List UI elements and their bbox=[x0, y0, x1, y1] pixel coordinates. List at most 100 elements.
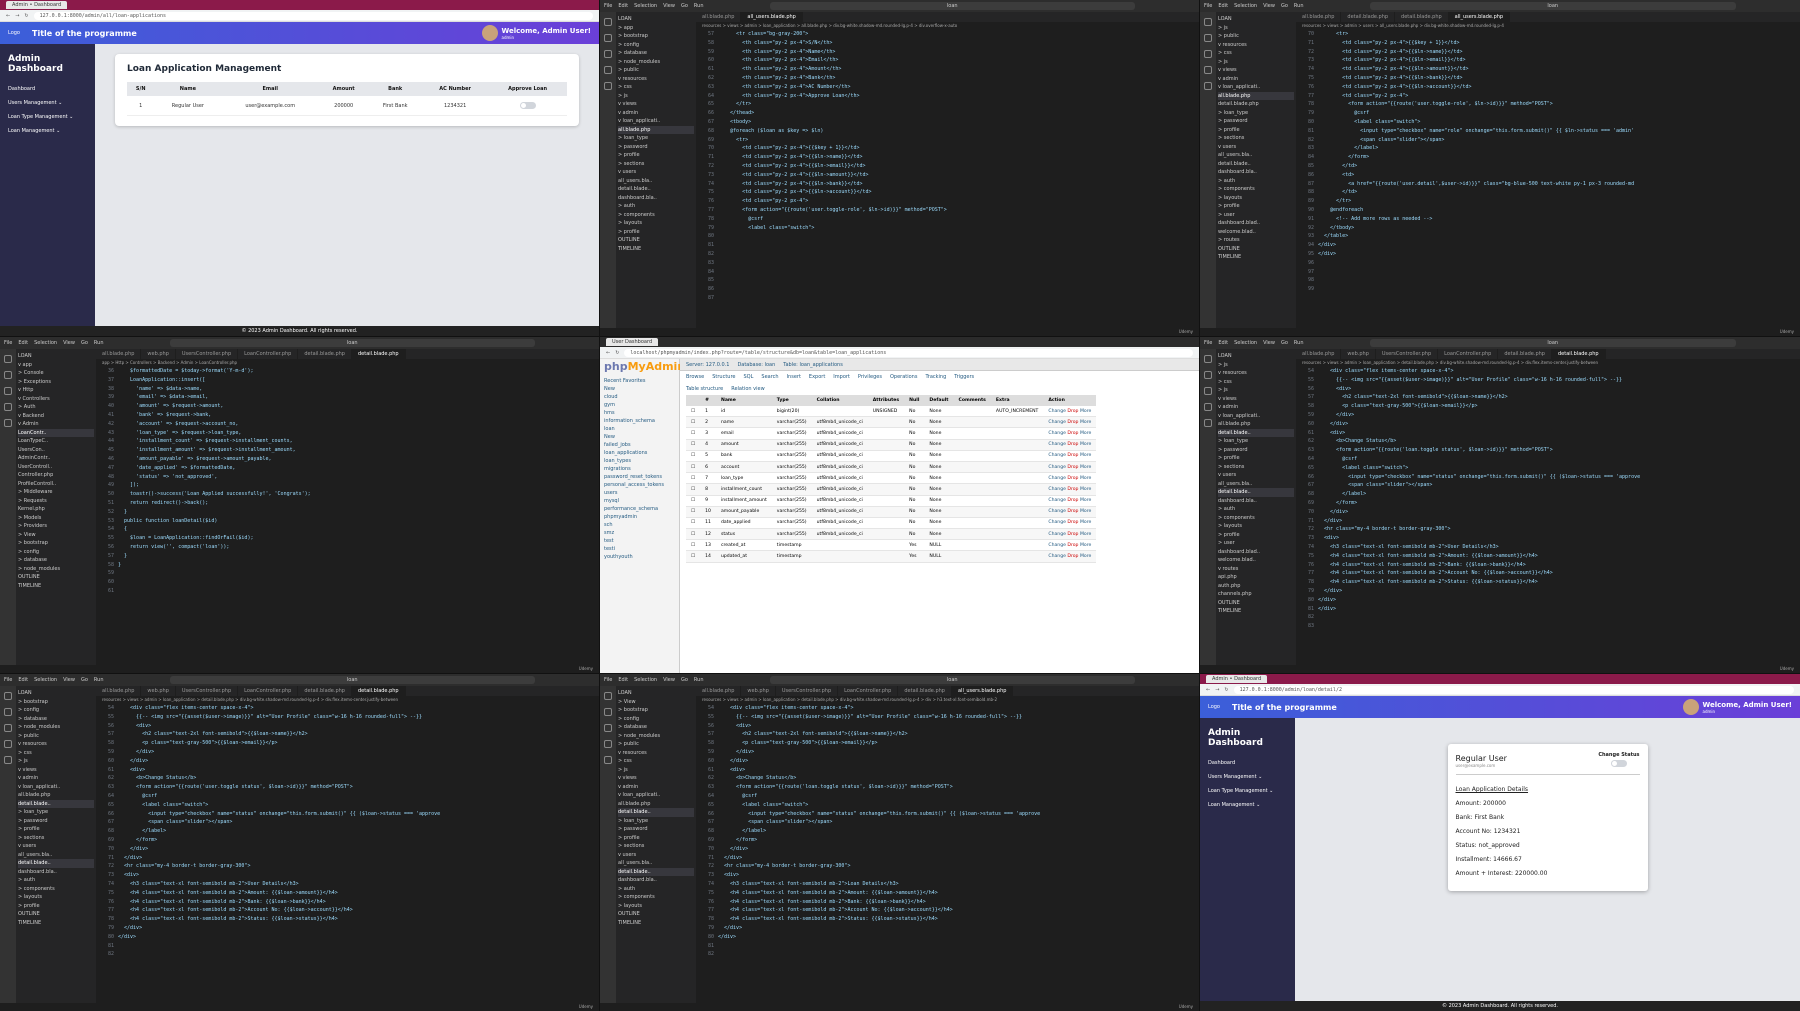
extensions-icon[interactable] bbox=[1204, 419, 1212, 427]
menu-item[interactable]: File bbox=[1204, 3, 1212, 9]
editor-tab[interactable]: LoanController.php bbox=[1438, 349, 1499, 359]
list-item[interactable]: > js bbox=[618, 92, 694, 101]
list-item[interactable]: detail.blade.. bbox=[618, 808, 694, 817]
menu-item[interactable]: Edit bbox=[1218, 340, 1228, 346]
extensions-icon[interactable] bbox=[604, 82, 612, 90]
list-item[interactable]: > js bbox=[1218, 386, 1294, 395]
search-icon[interactable] bbox=[1204, 34, 1212, 42]
list-item[interactable]: v loan_applicati.. bbox=[618, 117, 694, 126]
drop-link[interactable]: Drop bbox=[1067, 431, 1080, 436]
list-item[interactable]: AdminContr.. bbox=[18, 454, 94, 463]
menu-item[interactable]: File bbox=[604, 677, 612, 683]
list-item[interactable]: > sections bbox=[618, 160, 694, 169]
list-item[interactable]: > sections bbox=[1218, 463, 1294, 472]
list-item[interactable]: > profile bbox=[18, 825, 94, 834]
row-checkbox[interactable]: ☐ bbox=[686, 439, 701, 451]
list-item[interactable]: all.blade.php bbox=[1218, 91, 1294, 100]
list-item[interactable]: > sections bbox=[618, 842, 694, 851]
change-link[interactable]: Change bbox=[1048, 487, 1067, 492]
list-item[interactable]: detail.blade.. bbox=[1218, 428, 1294, 437]
list-item[interactable]: TIMELINE bbox=[1218, 607, 1294, 616]
browser-tab[interactable]: User Dashboard bbox=[606, 338, 659, 346]
list-item[interactable]: detail.blade.. bbox=[1218, 488, 1294, 497]
row-checkbox[interactable]: ☐ bbox=[686, 539, 701, 552]
avatar[interactable] bbox=[481, 25, 498, 41]
more-link[interactable]: More bbox=[1080, 465, 1091, 470]
back-icon[interactable]: ← bbox=[6, 13, 10, 19]
list-item[interactable]: phpmyadmin bbox=[604, 513, 675, 521]
list-item[interactable]: dashboard.bla.. bbox=[1218, 168, 1294, 177]
code-area[interactable]: 54 55 56 57 58 59 60 61 62 63 64 65 66 67 68 69 70 71 72 73… bbox=[1296, 367, 1800, 673]
change-link[interactable]: Change bbox=[1048, 532, 1067, 537]
list-item[interactable]: LoanContr.. bbox=[18, 428, 94, 437]
row-checkbox[interactable]: ☐ bbox=[686, 461, 701, 474]
list-item[interactable]: > sections bbox=[18, 834, 94, 843]
list-item[interactable]: > layouts bbox=[618, 902, 694, 911]
list-item[interactable]: > js bbox=[1218, 361, 1294, 370]
list-item[interactable]: v resources bbox=[1218, 41, 1294, 50]
drop-link[interactable]: Drop bbox=[1067, 453, 1080, 458]
list-item[interactable]: information_schema bbox=[604, 417, 675, 425]
list-item[interactable]: v admin bbox=[1218, 75, 1294, 84]
row-checkbox[interactable]: ☐ bbox=[686, 517, 701, 530]
command-search[interactable]: loan bbox=[1369, 339, 1736, 347]
menu-item[interactable]: Run bbox=[94, 677, 104, 683]
code-area[interactable]: 54 55 56 57 58 59 60 61 62 63 64 65 66 67 68 69 70 71 72 73… bbox=[696, 704, 1199, 1011]
list-item[interactable]: > Models bbox=[18, 514, 94, 523]
list-item[interactable]: > js bbox=[18, 757, 94, 766]
url-field[interactable]: localhost/phpmyadmin/index.php?route=/ta… bbox=[624, 348, 1193, 357]
list-item[interactable]: > layouts bbox=[18, 893, 94, 902]
list-item[interactable]: > layouts bbox=[1218, 194, 1294, 203]
list-item[interactable]: all.blade.php bbox=[18, 791, 94, 800]
list-item[interactable]: > config bbox=[618, 715, 694, 724]
list-item[interactable]: detail.blade.. bbox=[18, 859, 94, 868]
editor-tab[interactable]: web.php bbox=[141, 686, 176, 696]
breadcrumb-item[interactable]: Database: loan bbox=[737, 362, 775, 368]
editor-tab[interactable]: all.blade.php bbox=[96, 686, 142, 696]
list-item[interactable]: TIMELINE bbox=[18, 582, 94, 591]
extensions-icon[interactable] bbox=[4, 419, 12, 427]
list-item[interactable]: LOAN bbox=[1218, 352, 1294, 361]
list-item[interactable]: v resources bbox=[1218, 369, 1294, 378]
more-link[interactable]: More bbox=[1080, 453, 1091, 458]
code-area[interactable]: 57 58 59 60 61 62 63 64 65 66 67 68 69 70 71 72 73 74 75 76… bbox=[696, 30, 1199, 336]
list-item[interactable]: LOAN bbox=[18, 689, 94, 698]
source-control-icon[interactable] bbox=[604, 50, 612, 58]
editor-tab[interactable]: detail.blade.php bbox=[298, 686, 352, 696]
list-item[interactable]: OUTLINE bbox=[618, 236, 694, 245]
list-item[interactable]: test bbox=[604, 537, 675, 545]
editor-tab[interactable]: all_users.blade.php bbox=[951, 686, 1014, 696]
row-checkbox[interactable]: ☐ bbox=[686, 528, 701, 541]
list-item[interactable]: detail.blade.. bbox=[618, 867, 694, 876]
list-item[interactable]: all_users.bla.. bbox=[618, 177, 694, 186]
list-item[interactable]: v Controllers bbox=[18, 395, 94, 404]
forward-icon[interactable]: → bbox=[15, 13, 19, 19]
menu-item[interactable]: Go bbox=[81, 677, 88, 683]
menu-item[interactable]: Go bbox=[1281, 340, 1288, 346]
list-item[interactable]: LOAN bbox=[618, 15, 694, 24]
menu-item[interactable]: View bbox=[63, 340, 75, 346]
avatar[interactable] bbox=[1682, 699, 1699, 715]
menu-item[interactable]: View bbox=[1263, 340, 1275, 346]
editor-tab[interactable]: UsersController.php bbox=[1376, 349, 1439, 359]
editor-tab[interactable]: detail.blade.php bbox=[1341, 12, 1396, 22]
list-item[interactable]: > password bbox=[1218, 446, 1294, 455]
tab-item[interactable]: Operations bbox=[890, 374, 918, 380]
list-item[interactable]: v admin bbox=[18, 774, 94, 783]
list-item[interactable]: > config bbox=[618, 41, 694, 50]
list-item[interactable]: > node_modules bbox=[18, 723, 94, 732]
sidebar-item-users[interactable]: Users Management ⌄ bbox=[1208, 774, 1287, 780]
more-link[interactable]: More bbox=[1080, 543, 1091, 548]
list-item[interactable]: > database bbox=[18, 715, 94, 724]
explorer-icon[interactable] bbox=[604, 692, 612, 700]
list-item[interactable]: > password bbox=[618, 825, 694, 834]
command-search[interactable]: loan bbox=[769, 2, 1135, 10]
menu-item[interactable]: View bbox=[1263, 3, 1275, 9]
list-item[interactable]: gym bbox=[604, 401, 675, 409]
more-link[interactable]: More bbox=[1080, 487, 1091, 492]
list-item[interactable]: v routes bbox=[1218, 565, 1294, 574]
code-area[interactable]: 36 37 38 39 40 41 42 43 44 45 46 47 48 49 50 51 52 53 54 55… bbox=[96, 367, 599, 673]
more-link[interactable]: More bbox=[1080, 509, 1091, 514]
search-icon[interactable] bbox=[4, 708, 12, 716]
list-item[interactable]: > password bbox=[18, 817, 94, 826]
